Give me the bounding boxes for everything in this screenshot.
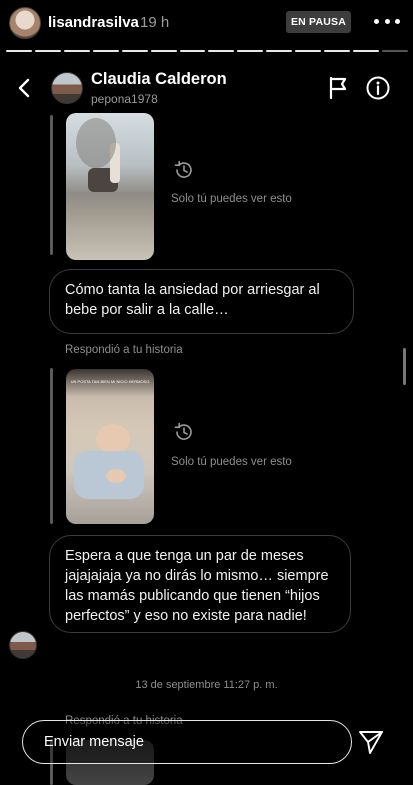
story-time-ago: 19 h (140, 14, 170, 31)
story-progress-segment (208, 50, 235, 52)
peer-handle: pepona1978 (91, 92, 158, 106)
peer-name[interactable]: Claudia Calderon (91, 70, 227, 89)
story-author-username[interactable]: lisandrasilva (48, 14, 139, 31)
dm-header: Claudia Calderon pepona1978 (5, 63, 408, 113)
history-icon (174, 422, 192, 440)
chevron-left-icon[interactable] (14, 77, 36, 99)
story-progress-segment (237, 50, 264, 52)
reply-quote-line (50, 368, 53, 524)
send-icon[interactable] (357, 728, 385, 756)
more-horizontal-icon[interactable] (374, 16, 400, 26)
story-progress-segment (150, 50, 177, 52)
reply-quote-line (50, 115, 53, 255)
history-icon (174, 160, 192, 178)
story-progress-segment (266, 50, 293, 52)
send-message-input[interactable]: Enviar mensaje (22, 720, 352, 764)
send-message-placeholder: Enviar mensaje (44, 734, 144, 750)
story-progress-segment (6, 50, 32, 52)
story-progress-segment (381, 50, 408, 52)
scrollbar[interactable] (403, 348, 406, 385)
message-timestamp: 13 de septiembre 11:27 p. m. (135, 679, 278, 691)
sender-avatar[interactable] (9, 631, 37, 659)
peer-avatar[interactable] (51, 72, 83, 104)
story-header: lisandrasilva 19 h EN PAUSA (0, 0, 413, 70)
message-bubble[interactable]: Espera a que tenga un par de meses jajaj… (49, 535, 351, 633)
story-progress-segment (34, 50, 61, 52)
story-progress-segment (353, 50, 379, 52)
story-progress-segment (179, 50, 206, 52)
story-progress-segment (324, 50, 351, 52)
story-progress-segment (63, 50, 90, 52)
paused-badge: EN PAUSA (286, 11, 351, 33)
flag-icon[interactable] (327, 76, 349, 100)
story-progress-bar (6, 50, 408, 52)
replied-to-story-label: Respondió a tu historia (65, 344, 183, 356)
story-author-avatar[interactable] (9, 7, 41, 39)
story-thumbnail[interactable]: UN POSTA TAN BIEN MI NICIO HERMOSO (66, 369, 154, 524)
dm-screenshot: Claudia Calderon pepona1978 Solo tú pued… (5, 63, 408, 785)
story-progress-segment (295, 50, 322, 52)
message-bubble[interactable]: Cómo tanta la ansiedad por arriesgar al … (49, 269, 354, 334)
story-progress-segment (92, 50, 119, 52)
info-icon[interactable] (366, 76, 390, 100)
only-you-can-see-label: Solo tú puedes ver esto (171, 456, 292, 468)
story-thumbnail[interactable] (66, 113, 154, 260)
story-thumbnail-caption: UN POSTA TAN BIEN MI NICIO HERMOSO (70, 379, 150, 384)
story-progress-segment (121, 50, 148, 52)
only-you-can-see-label: Solo tú puedes ver esto (171, 193, 292, 205)
